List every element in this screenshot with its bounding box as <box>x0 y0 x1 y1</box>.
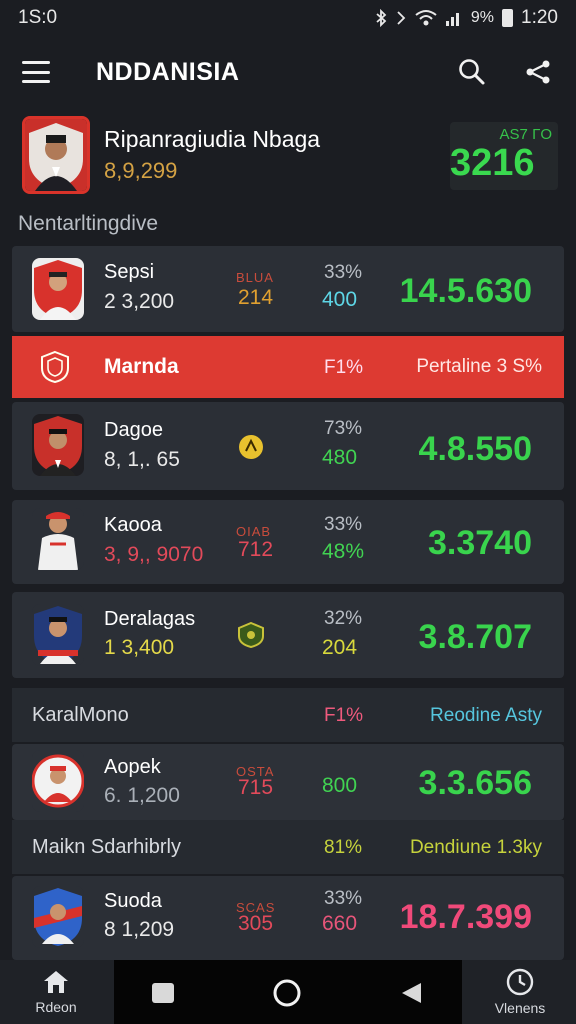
player-avatar <box>32 258 84 320</box>
player-avatar <box>32 604 84 666</box>
player-count: 8, 1,. 65 <box>104 448 180 471</box>
share-icon[interactable] <box>522 56 554 88</box>
player-total: 3.8.707 <box>418 618 532 656</box>
player-total: 4.8.550 <box>418 430 532 468</box>
player-total: 18.7.399 <box>399 898 532 936</box>
banner-name: Marnda <box>104 355 179 378</box>
badge-icon <box>238 621 264 649</box>
player-avatar <box>32 508 84 570</box>
player-count: 6. 1,200 <box>104 784 180 807</box>
nav-views[interactable]: Vlenens <box>464 960 576 1024</box>
player-percent: 32% <box>324 608 363 629</box>
player-total: 3.3.656 <box>418 764 532 802</box>
player-code: 712 <box>238 538 274 561</box>
player-name: Dagoe <box>104 419 163 441</box>
signal-percent: 9% <box>470 9 495 26</box>
player-code: 214 <box>238 286 274 309</box>
player-percent: 33% <box>324 262 363 283</box>
highlight-banner[interactable]: Marnda F1% Pertaline 3 S% <box>12 336 564 398</box>
player-score: 480 <box>322 446 358 469</box>
group-percent: F1% <box>324 705 364 726</box>
section-label: Nentarltingdive <box>18 212 159 235</box>
player-name: Sepsi <box>104 261 155 283</box>
nav-home[interactable]: Rdeon <box>0 960 112 1024</box>
recents-button[interactable] <box>146 976 180 1010</box>
player-count: 8 1,209 <box>104 918 175 941</box>
player-code: 305 <box>238 912 274 935</box>
player-score: 660 <box>322 912 358 935</box>
battery-icon <box>502 9 514 27</box>
player-score: 400 <box>322 288 358 311</box>
vibrate-icon <box>397 11 406 25</box>
bottom-navigation: Rdeon Vlenens <box>0 960 576 1024</box>
nav-home-label: Rdeon <box>35 999 77 1015</box>
back-button[interactable] <box>394 976 428 1010</box>
clock-icon <box>506 968 534 996</box>
player-total: 14.5.630 <box>399 272 532 310</box>
player-avatar <box>32 414 84 476</box>
menu-icon[interactable] <box>22 61 50 83</box>
featured-score-label: AS7 ΓO <box>499 126 552 143</box>
bluetooth-icon <box>376 9 387 27</box>
featured-score-box: AS7 ΓO 3216 <box>450 122 558 190</box>
list-item[interactable]: Deralagas 1 3,400 32% 204 3.8.707 <box>12 592 564 678</box>
featured-score: 3216 <box>450 142 535 184</box>
group-label: KaralMono <box>32 704 129 726</box>
group-percent: 81% <box>324 837 363 858</box>
player-name: Aopek <box>104 756 161 778</box>
player-avatar <box>32 886 84 948</box>
featured-avatar <box>22 116 90 194</box>
badge-icon <box>238 434 264 460</box>
cell-signal-icon <box>445 13 459 26</box>
player-score: 800 <box>322 774 358 797</box>
featured-subtitle: 8,9,299 <box>104 158 178 183</box>
search-icon[interactable] <box>456 56 488 88</box>
player-percent: 33% <box>324 888 363 909</box>
player-code: 715 <box>238 776 274 799</box>
player-total: 3.3740 <box>428 524 532 562</box>
banner-right-text: Pertaline 3 S% <box>416 356 542 377</box>
group-right-text: Dendiune 1.3ky <box>409 837 542 858</box>
player-count: 1 3,400 <box>104 636 175 659</box>
list-item[interactable]: Kaooa 3, 9,, 9070 OIAB 712 33% 48% 3.374… <box>12 500 564 584</box>
group-right-text: Reodine Asty <box>430 705 542 726</box>
status-left-text: 1S:0 <box>18 7 58 28</box>
player-name: Suoda <box>104 890 162 912</box>
status-bar: 1S:0 9% 1:20 <box>0 0 576 36</box>
group-header[interactable]: Maikn Sdarhibrly 81% Dendiune 1.3ky <box>12 820 564 874</box>
app-title: NDDANISIA <box>96 57 240 86</box>
player-percent: 73% <box>324 418 363 439</box>
list-item[interactable]: Dagoe 8, 1,. 65 73% 480 4.8.550 <box>12 402 564 490</box>
player-name: Deralagas <box>104 608 196 630</box>
list-item[interactable]: Sepsi 2 3,200 BLUA 214 33% 400 14.5.630 <box>12 246 564 332</box>
list-item[interactable]: Suoda 8 1,209 SCAS 305 33% 660 18.7.399 <box>12 876 564 960</box>
player-name: Kaooa <box>104 514 162 536</box>
player-avatar <box>32 750 84 812</box>
player-score: 204 <box>322 636 358 659</box>
wifi-icon <box>415 10 437 26</box>
player-mini-label: BLUA <box>236 270 274 285</box>
player-score: 48% <box>322 540 365 563</box>
list-item[interactable]: Aopek 6. 1,200 OSTA 715 800 3.3.656 <box>12 744 564 820</box>
group-header[interactable]: KaralMono F1% Reodine Asty <box>12 688 564 742</box>
player-mini-label: OIAB <box>236 524 272 539</box>
system-home-button[interactable] <box>270 976 304 1010</box>
home-icon <box>44 971 68 993</box>
player-count: 2 3,200 <box>104 290 175 313</box>
status-time: 1:20 <box>521 7 558 28</box>
player-percent: 33% <box>324 514 363 535</box>
nav-views-label: Vlenens <box>494 1000 546 1016</box>
player-count: 3, 9,, 9070 <box>104 543 204 566</box>
group-label: Maikn Sdarhibrly <box>32 836 181 858</box>
featured-name: Ripanragiudia Nbaga <box>104 126 321 152</box>
shield-icon <box>40 350 70 384</box>
app-bar: NDDANISIA <box>0 36 576 108</box>
featured-player-card[interactable]: Ripanragiudia Nbaga 8,9,299 AS7 ΓO 3216 <box>22 114 558 200</box>
banner-percent: F1% <box>324 357 364 378</box>
system-navigation <box>114 960 462 1024</box>
